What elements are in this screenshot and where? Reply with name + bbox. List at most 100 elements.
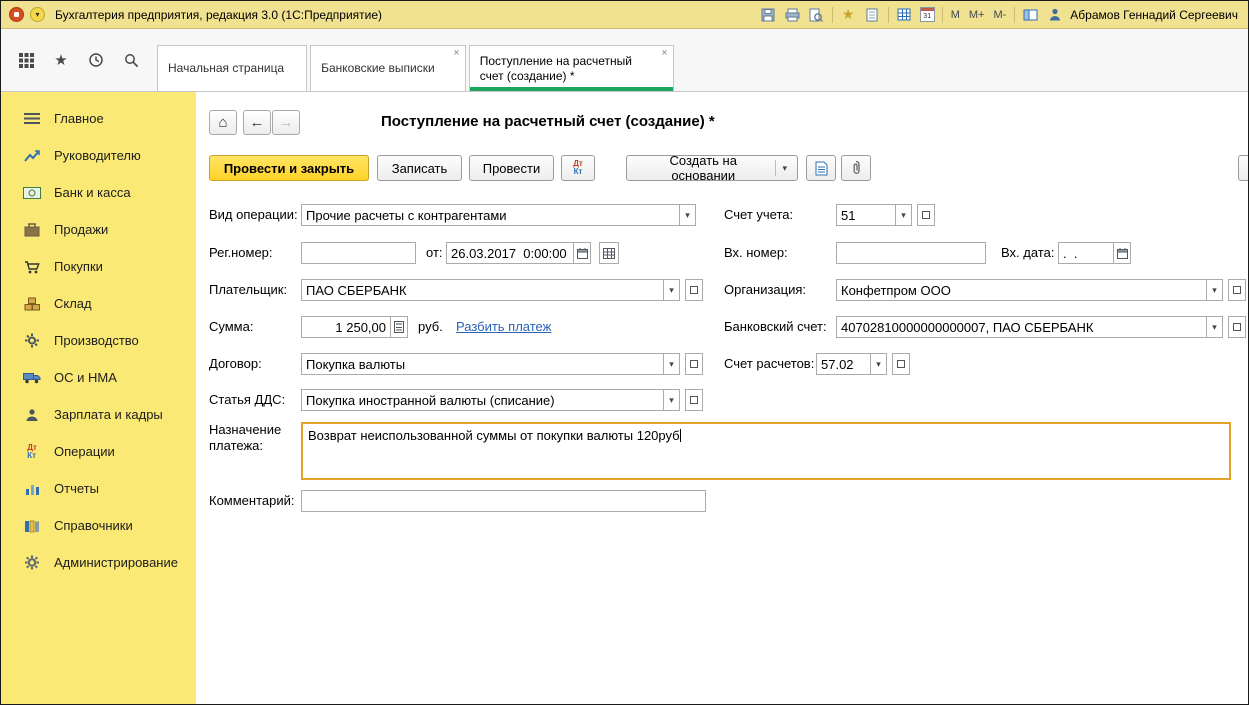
more-button-partial[interactable] [1238, 155, 1249, 181]
date-calendar-button[interactable] [573, 242, 591, 264]
bank-account-dropdown-icon[interactable]: ▾ [1206, 316, 1223, 338]
print-preview-icon[interactable] [808, 7, 825, 23]
bank-account-choose-button[interactable] [1228, 316, 1246, 338]
close-icon[interactable]: × [661, 48, 667, 59]
history-icon[interactable] [87, 51, 105, 69]
back-button[interactable]: ← [243, 110, 271, 135]
account-input[interactable] [836, 204, 896, 226]
incoming-date-calendar-button[interactable] [1113, 242, 1131, 264]
windows-icon[interactable] [1022, 7, 1039, 23]
close-icon[interactable]: × [453, 48, 459, 59]
favorites-star-icon[interactable]: ★ [840, 7, 857, 23]
main-menu-icon[interactable]: ▾ [30, 7, 45, 22]
payment-purpose-field[interactable]: Возврат неиспользованной суммы от покупк… [301, 422, 1231, 480]
date-input[interactable] [446, 242, 574, 264]
operation-type-input[interactable] [301, 204, 680, 226]
attachments-button[interactable] [841, 155, 871, 181]
calculator-icon [394, 321, 404, 333]
sidebar-item-production[interactable]: Производство [1, 322, 196, 359]
titlebar-separator [832, 7, 833, 23]
schedule-button[interactable] [599, 242, 619, 264]
payer-dropdown-icon[interactable]: ▾ [663, 279, 680, 301]
payer-choose-button[interactable] [685, 279, 703, 301]
tab-receipt-to-account[interactable]: Поступление на расчетный счет (создание)… [469, 45, 674, 91]
titlebar-separator [942, 7, 943, 23]
sidebar-item-reports[interactable]: Отчеты [1, 470, 196, 507]
calendar-icon [1117, 248, 1128, 259]
bank-account-input[interactable] [836, 316, 1207, 338]
home-button[interactable]: ⌂ [209, 110, 237, 135]
sidebar-item-directories[interactable]: Справочники [1, 507, 196, 544]
print-icon[interactable] [784, 7, 801, 23]
open-icon [690, 360, 698, 368]
show-postings-button[interactable]: ДтКт [561, 155, 595, 181]
post-button[interactable]: Провести [469, 155, 554, 181]
payer-input[interactable] [301, 279, 664, 301]
sections-menu-icon[interactable] [17, 51, 35, 69]
sidebar-item-manager[interactable]: Руководителю [1, 137, 196, 174]
tab-bank-statements[interactable]: Банковские выписки × [310, 45, 466, 91]
payer-label: Плательщик: [209, 279, 287, 301]
account-choose-button[interactable] [917, 204, 935, 226]
amount-calculator-button[interactable] [390, 316, 408, 338]
tab-bar: ★ Начальная страница Банковские выписки … [1, 29, 1248, 92]
sidebar-item-fixed-assets[interactable]: ОС и НМА [1, 359, 196, 396]
favorites-icon[interactable]: ★ [52, 51, 70, 69]
app-icon[interactable] [9, 7, 24, 22]
memory-m-plus-button[interactable]: М+ [968, 9, 986, 21]
settlement-account-input[interactable] [816, 353, 871, 375]
write-button[interactable]: Записать [377, 155, 462, 181]
forward-button[interactable]: → [272, 110, 300, 135]
incoming-date-input[interactable] [1058, 242, 1114, 264]
create-based-on-button[interactable]: Создать на основании▾ [626, 155, 798, 181]
sidebar-item-label: Руководителю [54, 148, 141, 163]
settlement-account-choose-button[interactable] [892, 353, 910, 375]
settlement-account-dropdown-icon[interactable]: ▾ [870, 353, 887, 375]
calendar-icon[interactable]: 31 [920, 7, 935, 22]
account-dropdown-icon[interactable]: ▾ [895, 204, 912, 226]
report-button[interactable] [806, 155, 836, 181]
post-and-close-button[interactable]: Провести и закрыть [209, 155, 369, 181]
sidebar-item-warehouse[interactable]: Склад [1, 285, 196, 322]
organization-input[interactable] [836, 279, 1207, 301]
search-icon[interactable] [122, 51, 140, 69]
save-icon[interactable] [760, 7, 777, 23]
cash-flow-item-choose-button[interactable] [685, 389, 703, 411]
user-icon[interactable] [1046, 7, 1063, 23]
contract-input[interactable] [301, 353, 664, 375]
contract-choose-button[interactable] [685, 353, 703, 375]
cash-flow-item-input[interactable] [301, 389, 664, 411]
cash-flow-item-dropdown-icon[interactable]: ▾ [663, 389, 680, 411]
tab-label: Банковские выписки [321, 61, 435, 76]
sidebar-item-administration[interactable]: Администрирование [1, 544, 196, 581]
organization-choose-button[interactable] [1228, 279, 1246, 301]
open-icon [690, 286, 698, 294]
split-payment-link[interactable]: Разбить платеж [456, 316, 551, 338]
sidebar-item-payroll-hr[interactable]: Зарплата и кадры [1, 396, 196, 433]
organization-dropdown-icon[interactable]: ▾ [1206, 279, 1223, 301]
cash-flow-item-label: Статья ДДС: [209, 389, 285, 411]
calendar-icon [577, 248, 588, 259]
incoming-number-label: Вх. номер: [724, 242, 788, 264]
sidebar-item-operations[interactable]: ДтКт Операции [1, 433, 196, 470]
amount-input[interactable] [301, 316, 391, 338]
contract-dropdown-icon[interactable]: ▾ [663, 353, 680, 375]
sidebar-item-main[interactable]: Главное [1, 100, 196, 137]
memory-m-button[interactable]: М [950, 9, 961, 21]
comment-input[interactable] [301, 490, 706, 512]
sidebar-item-sales[interactable]: Продажи [1, 211, 196, 248]
sidebar-item-purchases[interactable]: Покупки [1, 248, 196, 285]
notes-icon[interactable] [864, 7, 881, 23]
operation-type-label: Вид операции: [209, 204, 298, 226]
reg-number-input[interactable] [301, 242, 416, 264]
incoming-number-input[interactable] [836, 242, 986, 264]
table-icon[interactable] [896, 7, 913, 23]
tab-home[interactable]: Начальная страница [157, 45, 307, 91]
sidebar-item-label: Производство [54, 333, 139, 348]
memory-m-minus-button[interactable]: М- [992, 9, 1007, 21]
chevron-down-icon: ▾ [782, 163, 787, 174]
sidebar-item-bank-cash[interactable]: Банк и касса [1, 174, 196, 211]
button-divider [775, 160, 776, 176]
operation-type-dropdown-icon[interactable]: ▾ [679, 204, 696, 226]
form-area: ⌂ ← → Поступление на расчетный счет (соз… [196, 92, 1249, 705]
